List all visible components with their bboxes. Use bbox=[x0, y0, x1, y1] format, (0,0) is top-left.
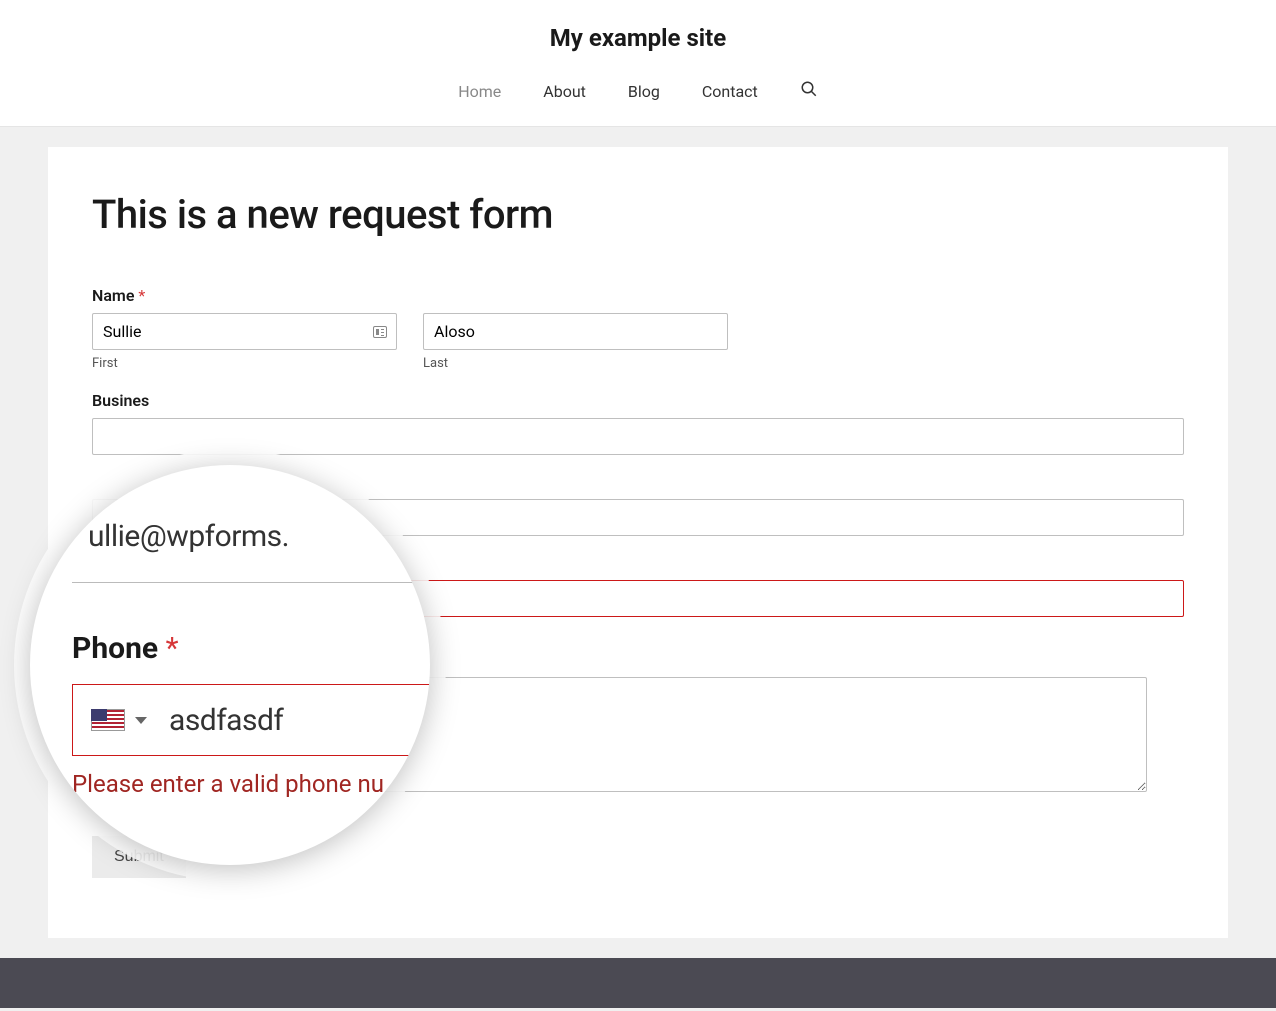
name-label-text: Name bbox=[92, 286, 134, 305]
last-name-sublabel: Last bbox=[423, 356, 728, 371]
last-name-input[interactable] bbox=[423, 313, 728, 350]
nav-home[interactable]: Home bbox=[458, 82, 501, 101]
search-icon[interactable] bbox=[800, 80, 818, 102]
first-name-sublabel: First bbox=[92, 356, 397, 371]
business-label: Busines bbox=[92, 391, 1184, 410]
required-asterisk: * bbox=[138, 286, 145, 305]
phone-input[interactable] bbox=[92, 580, 1184, 617]
nav-blog[interactable]: Blog bbox=[628, 82, 660, 101]
form-card: This is a new request form Name * First … bbox=[48, 147, 1228, 938]
required-asterisk: * bbox=[166, 631, 179, 666]
nav-contact[interactable]: Contact bbox=[702, 82, 758, 101]
nav-about[interactable]: About bbox=[543, 82, 586, 101]
site-header: My example site Home About Blog Contact bbox=[0, 0, 1276, 127]
magnified-phone-label-text: Phone bbox=[72, 631, 158, 666]
first-name-input[interactable] bbox=[92, 313, 397, 350]
request-textarea[interactable] bbox=[92, 677, 1147, 792]
main-nav: Home About Blog Contact bbox=[0, 80, 1276, 126]
page-title: This is a new request form bbox=[92, 191, 1184, 238]
magnified-phone-label: Phone * bbox=[72, 631, 430, 666]
site-title: My example site bbox=[0, 24, 1276, 52]
submit-button[interactable]: Submit bbox=[92, 836, 186, 878]
business-email-input[interactable] bbox=[92, 418, 1184, 455]
name-label: Name * bbox=[92, 286, 1184, 305]
secondary-input[interactable] bbox=[92, 499, 1184, 536]
footer-bar bbox=[0, 958, 1276, 1008]
